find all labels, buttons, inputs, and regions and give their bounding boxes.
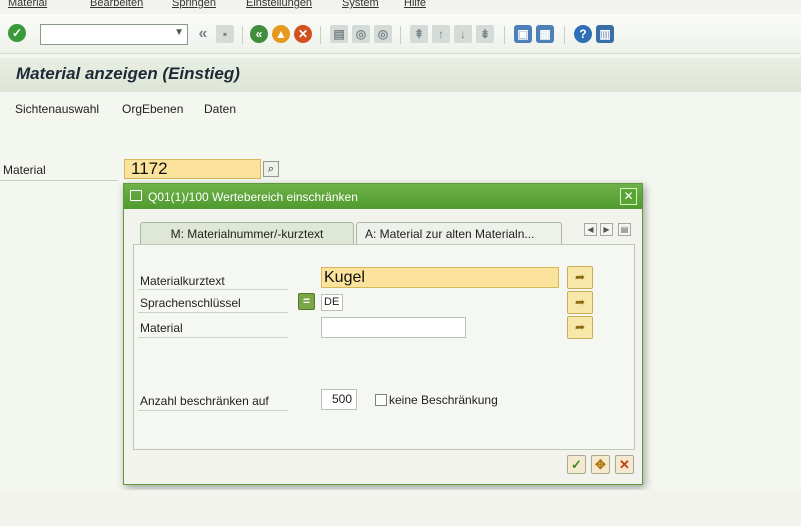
field-underline [0, 180, 118, 181]
dialog-window-icon [130, 190, 142, 201]
anzahl-label: Anzahl beschränken auf [140, 394, 269, 408]
history-back-icon[interactable]: « [194, 25, 212, 43]
tab-materialnummer-kurztext[interactable]: M: Materialnummer/-kurztext [140, 222, 354, 245]
dialog-title: Q01(1)/100 Wertebereich einschränken [148, 190, 358, 204]
sprachenschluessel-input[interactable]: DE [321, 294, 343, 311]
field-underline [138, 337, 288, 338]
selection-option-icon[interactable]: = [298, 293, 315, 310]
confirm-button[interactable]: ✓ [567, 455, 586, 474]
sprachenschluessel-label: Sprachenschlüssel [140, 296, 241, 310]
material-input[interactable] [321, 317, 466, 338]
material-label: Material [140, 321, 183, 335]
first-page-icon[interactable]: ⇞ [410, 25, 428, 43]
exit-icon[interactable]: ▲ [272, 25, 290, 43]
application-toolbar: Sichtenauswahl OrgEbenen Daten [0, 94, 801, 124]
search-help-icon[interactable]: ⌕ [263, 161, 279, 177]
menu-bar: Material Bearbeiten Springen Einstellung… [0, 0, 801, 14]
toolbar-separator [504, 26, 505, 44]
menu-springen[interactable]: Springen [172, 0, 216, 9]
field-underline [138, 410, 288, 411]
back-icon[interactable]: « [250, 25, 268, 43]
tab-scroll-left-icon[interactable]: ◀ [584, 223, 597, 236]
find-icon[interactable]: ◎ [352, 25, 370, 43]
no-limit-checkbox[interactable] [375, 394, 387, 406]
restrict-value-range-dialog: Q01(1)/100 Wertebereich einschränken ✕ M… [123, 183, 643, 485]
system-toolbar: ✓ ▼ « ▪ « ▲ ✕ ▤ ◎ ◎ ⇞ ↑ ↓ ⇟ ▣ ▦ ? ▥ [0, 14, 801, 54]
toolbar-separator [242, 26, 243, 44]
status-area [0, 490, 801, 526]
menu-einstellungen[interactable]: Einstellungen [246, 0, 312, 9]
title-bar: Material anzeigen (Einstieg) [0, 58, 801, 92]
daten-button[interactable]: Daten [204, 102, 236, 116]
last-page-icon[interactable]: ⇟ [476, 25, 494, 43]
toolbar-separator [320, 26, 321, 44]
max-hits-input[interactable]: 500 [321, 389, 357, 410]
field-underline [138, 312, 288, 313]
previous-page-icon[interactable]: ↑ [432, 25, 450, 43]
multiple-selection-dialog-button[interactable]: ✥ [591, 455, 610, 474]
chevron-down-icon[interactable]: ▼ [174, 27, 184, 38]
tab-alte-materialnummer[interactable]: A: Material zur alten Materialn... [356, 222, 562, 245]
sichtenauswahl-button[interactable]: Sichtenauswahl [15, 102, 99, 116]
tab-list-icon[interactable]: ▤ [618, 223, 631, 236]
close-icon[interactable]: ✕ [620, 188, 637, 205]
menu-material[interactable]: Material [8, 0, 47, 9]
toolbar-separator [400, 26, 401, 44]
new-session-icon[interactable]: ▣ [514, 25, 532, 43]
material-label: Material [3, 163, 46, 177]
multiple-selection-button[interactable]: ➦ [567, 316, 593, 339]
no-limit-label: keine Beschränkung [389, 393, 498, 407]
cancel-icon[interactable]: ✕ [294, 25, 312, 43]
multiple-selection-button[interactable]: ➦ [567, 291, 593, 314]
command-field[interactable]: ▼ [40, 24, 188, 45]
page-title: Material anzeigen (Einstieg) [16, 64, 240, 83]
cancel-button[interactable]: ✕ [615, 455, 634, 474]
materialkurztext-label: Materialkurztext [140, 274, 225, 288]
enter-icon[interactable]: ✓ [8, 24, 26, 42]
tab-scroll-right-icon[interactable]: ▶ [600, 223, 613, 236]
next-page-icon[interactable]: ↓ [454, 25, 472, 43]
menu-system[interactable]: System [342, 0, 379, 9]
material-input[interactable]: 1172 [124, 159, 261, 179]
find-next-icon[interactable]: ◎ [374, 25, 392, 43]
layout-menu-icon[interactable]: ▥ [596, 25, 614, 43]
menu-hilfe[interactable]: Hilfe [404, 0, 426, 9]
help-icon[interactable]: ? [574, 25, 592, 43]
field-underline [138, 289, 288, 290]
tab-content: Materialkurztext Kugel ➦ Sprachenschlüss… [133, 244, 635, 450]
multiple-selection-button[interactable]: ➦ [567, 266, 593, 289]
shortcut-icon[interactable]: ▦ [536, 25, 554, 43]
toolbar-separator [564, 26, 565, 44]
save-icon[interactable]: ▪ [216, 25, 234, 43]
materialkurztext-input[interactable]: Kugel [321, 267, 559, 288]
menu-bearbeiten[interactable]: Bearbeiten [90, 0, 143, 9]
dialog-header: Q01(1)/100 Wertebereich einschränken ✕ [124, 184, 642, 209]
print-icon[interactable]: ▤ [330, 25, 348, 43]
orgebenen-button[interactable]: OrgEbenen [122, 102, 183, 116]
